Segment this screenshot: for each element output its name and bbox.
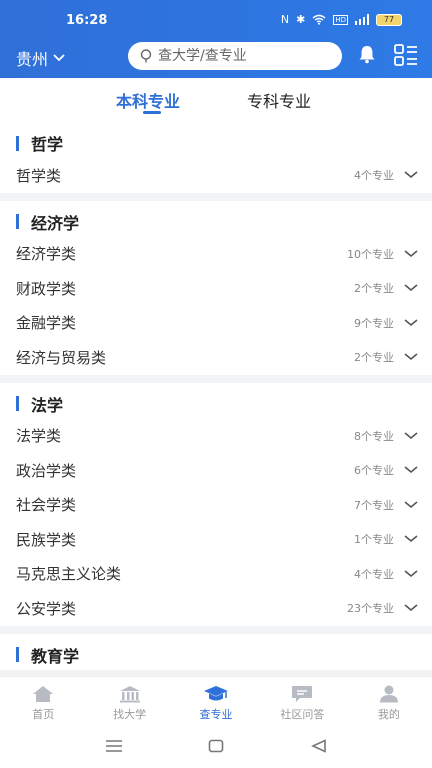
major-tabs: 本科专业 专科专业 bbox=[0, 78, 432, 122]
chevron-down-icon bbox=[404, 284, 418, 292]
system-nav-bar bbox=[0, 726, 432, 768]
tabbar-profile[interactable]: 我的 bbox=[346, 677, 432, 726]
tabbar-majors[interactable]: 查专业 bbox=[173, 677, 259, 726]
chevron-down-icon bbox=[404, 319, 418, 326]
status-icons: Ν ✱ HD 77 bbox=[281, 13, 402, 26]
chevron-down-icon bbox=[404, 604, 418, 612]
list-item[interactable]: 公安学类 23个专业 bbox=[0, 591, 432, 626]
major-list[interactable]: 哲学 哲学类 4个专业 经济学 经济学类 10个专业 财政学类 2个专业 金融学类 9个… bbox=[0, 122, 432, 676]
list-item[interactable]: 经济学类 10个专业 bbox=[0, 237, 432, 272]
section-title: 法学 bbox=[0, 389, 432, 419]
menu-icon[interactable] bbox=[105, 739, 123, 753]
chevron-down-icon bbox=[53, 54, 65, 62]
list-item[interactable]: 民族学类 1个专业 bbox=[0, 522, 432, 557]
chevron-down-icon bbox=[404, 535, 418, 543]
bell-icon[interactable] bbox=[357, 44, 377, 64]
section-title: 教育学 bbox=[0, 640, 432, 670]
section-economics: 经济学 经济学类 10个专业 财政学类 2个专业 金融学类 9个专业 经济与贸易类 2个… bbox=[0, 200, 432, 375]
section-law: 法学 法学类 8个专业 政治学类 6个专业 社会学类 7个专业 民族学类 1个专业 马克… bbox=[0, 382, 432, 626]
chevron-down-icon bbox=[404, 432, 418, 439]
tab-junior-college[interactable]: 专科专业 bbox=[247, 88, 311, 112]
back-triangle-icon[interactable] bbox=[311, 739, 327, 753]
menu-grid-icon[interactable] bbox=[394, 44, 418, 66]
nfc-icon: Ν bbox=[280, 13, 290, 26]
search-icon bbox=[140, 49, 152, 63]
list-item[interactable]: 金融学类 9个专业 bbox=[0, 306, 432, 341]
list-item[interactable]: 马克思主义论类 4个专业 bbox=[0, 557, 432, 592]
city-label: 贵州 bbox=[16, 50, 49, 69]
hd-icon: HD bbox=[333, 14, 348, 25]
signal-icon bbox=[355, 14, 369, 25]
home-icon bbox=[33, 686, 54, 702]
header: 16:28 Ν ✱ HD 77 贵州 bbox=[0, 0, 432, 78]
tabbar-community[interactable]: 社区问答 bbox=[259, 677, 345, 726]
wifi-icon bbox=[312, 14, 326, 25]
tabbar-home[interactable]: 首页 bbox=[0, 677, 86, 726]
section-title: 哲学 bbox=[0, 128, 432, 158]
search-input[interactable] bbox=[158, 48, 328, 64]
list-item[interactable]: 经济与贸易类 2个专业 bbox=[0, 340, 432, 375]
graduation-cap-icon bbox=[204, 686, 229, 701]
chevron-down-icon bbox=[404, 501, 418, 508]
tab-undergraduate[interactable]: 本科专业 bbox=[116, 88, 180, 112]
chat-icon bbox=[292, 686, 313, 702]
status-bar: 16:28 Ν ✱ HD 77 bbox=[0, 0, 432, 40]
list-item[interactable]: 社会学类 7个专业 bbox=[0, 488, 432, 523]
tabbar-university[interactable]: 找大学 bbox=[86, 677, 172, 726]
section-title: 经济学 bbox=[0, 207, 432, 237]
chevron-down-icon bbox=[404, 570, 418, 577]
user-icon bbox=[379, 685, 398, 703]
chevron-down-icon bbox=[404, 466, 418, 474]
bluetooth-icon: ✱ bbox=[296, 13, 306, 26]
battery-icon: 77 bbox=[376, 13, 402, 26]
chevron-down-icon bbox=[404, 250, 418, 257]
bottom-tab-bar: 首页 找大学 查专业 社区问答 我的 bbox=[0, 676, 432, 726]
list-item[interactable]: 财政学类 2个专业 bbox=[0, 271, 432, 306]
university-icon bbox=[119, 686, 140, 703]
list-item[interactable]: 法学类 8个专业 bbox=[0, 419, 432, 454]
section-philosophy: 哲学 哲学类 4个专业 bbox=[0, 122, 432, 193]
city-selector[interactable]: 贵州 bbox=[16, 46, 65, 70]
home-square-icon[interactable] bbox=[208, 739, 224, 753]
chevron-down-icon bbox=[404, 353, 418, 361]
search-box[interactable] bbox=[128, 42, 342, 70]
active-tab-indicator bbox=[143, 111, 161, 114]
status-time: 16:28 bbox=[66, 13, 108, 28]
list-item[interactable]: 哲学类 4个专业 bbox=[0, 158, 432, 193]
section-education: 教育学 bbox=[0, 633, 432, 670]
chevron-down-icon bbox=[404, 171, 418, 179]
list-item[interactable]: 政治学类 6个专业 bbox=[0, 453, 432, 488]
